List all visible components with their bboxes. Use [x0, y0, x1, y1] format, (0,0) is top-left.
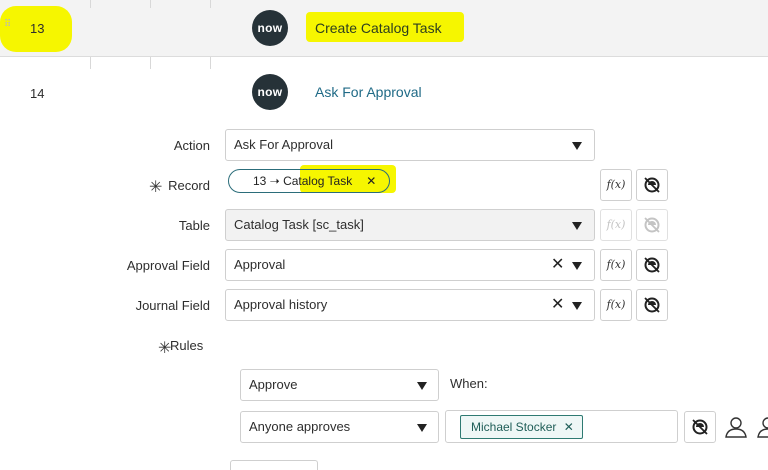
- action-label: Action: [173, 138, 210, 153]
- step-number: 13: [30, 21, 45, 36]
- rules-label: Rules: [170, 338, 204, 353]
- approver-tag-text: Michael Stocker: [471, 420, 557, 434]
- rule-action-value: Approve: [249, 377, 298, 392]
- datapill-picker-icon: [636, 209, 668, 241]
- datapill-picker-icon[interactable]: [636, 169, 668, 201]
- journal-field-value: Approval history: [234, 297, 328, 312]
- approval-field-select[interactable]: Approval ✕: [225, 249, 595, 281]
- next-rule-control[interactable]: [230, 460, 318, 470]
- close-icon[interactable]: ✕: [366, 174, 376, 188]
- clear-icon[interactable]: ✕: [551, 257, 564, 273]
- now-logo-icon: now: [252, 74, 288, 110]
- rule-action-select[interactable]: Approve: [240, 369, 439, 401]
- function-button[interactable]: f(x): [600, 289, 632, 321]
- table-select[interactable]: Catalog Task [sc_task]: [225, 209, 595, 241]
- journal-field-label: Journal Field: [135, 298, 210, 313]
- now-logo-icon: now: [252, 10, 288, 46]
- function-button: f(x): [600, 209, 632, 241]
- step-title[interactable]: Ask For Approval: [315, 84, 422, 100]
- datapill-picker-icon[interactable]: [636, 289, 668, 321]
- datapill-picker-icon[interactable]: [684, 411, 716, 443]
- user-icon[interactable]: [756, 415, 768, 444]
- chevron-down-icon: [417, 382, 427, 390]
- step-number: 14: [30, 86, 45, 101]
- journal-field-select[interactable]: Approval history ✕: [225, 289, 595, 321]
- close-icon[interactable]: ✕: [564, 420, 574, 434]
- row-divider: [0, 57, 768, 69]
- record-datapill[interactable]: 13 ➝ Catalog Task ✕: [228, 169, 390, 193]
- action-value: Ask For Approval: [234, 137, 333, 152]
- record-label: Record: [168, 178, 210, 193]
- record-pill-text: 13 ➝ Catalog Task: [253, 174, 353, 188]
- table-label: Table: [178, 218, 210, 233]
- approval-field-value: Approval: [234, 257, 286, 272]
- table-value: Catalog Task [sc_task]: [234, 217, 364, 232]
- chevron-down-icon: [572, 262, 582, 270]
- action-select[interactable]: Ask For Approval: [225, 129, 595, 161]
- datapill-picker-icon[interactable]: [636, 249, 668, 281]
- chevron-down-icon: [572, 302, 582, 310]
- rule-condition-select[interactable]: Anyone approves: [240, 411, 439, 443]
- clear-icon[interactable]: ✕: [551, 297, 564, 313]
- approval-field-label: Approval Field: [126, 258, 210, 273]
- function-button[interactable]: f(x): [600, 249, 632, 281]
- step-title[interactable]: Create Catalog Task: [315, 20, 442, 36]
- when-label: When:: [450, 376, 488, 391]
- drag-handle-icon[interactable]: ⠿: [4, 20, 11, 36]
- chevron-down-icon: [572, 222, 582, 230]
- function-button[interactable]: f(x): [600, 169, 632, 201]
- chevron-down-icon: [417, 424, 427, 432]
- rule-condition-value: Anyone approves: [249, 419, 351, 434]
- user-icon[interactable]: [724, 415, 748, 444]
- approver-tag[interactable]: Michael Stocker ✕: [460, 415, 583, 439]
- chevron-down-icon: [572, 142, 582, 150]
